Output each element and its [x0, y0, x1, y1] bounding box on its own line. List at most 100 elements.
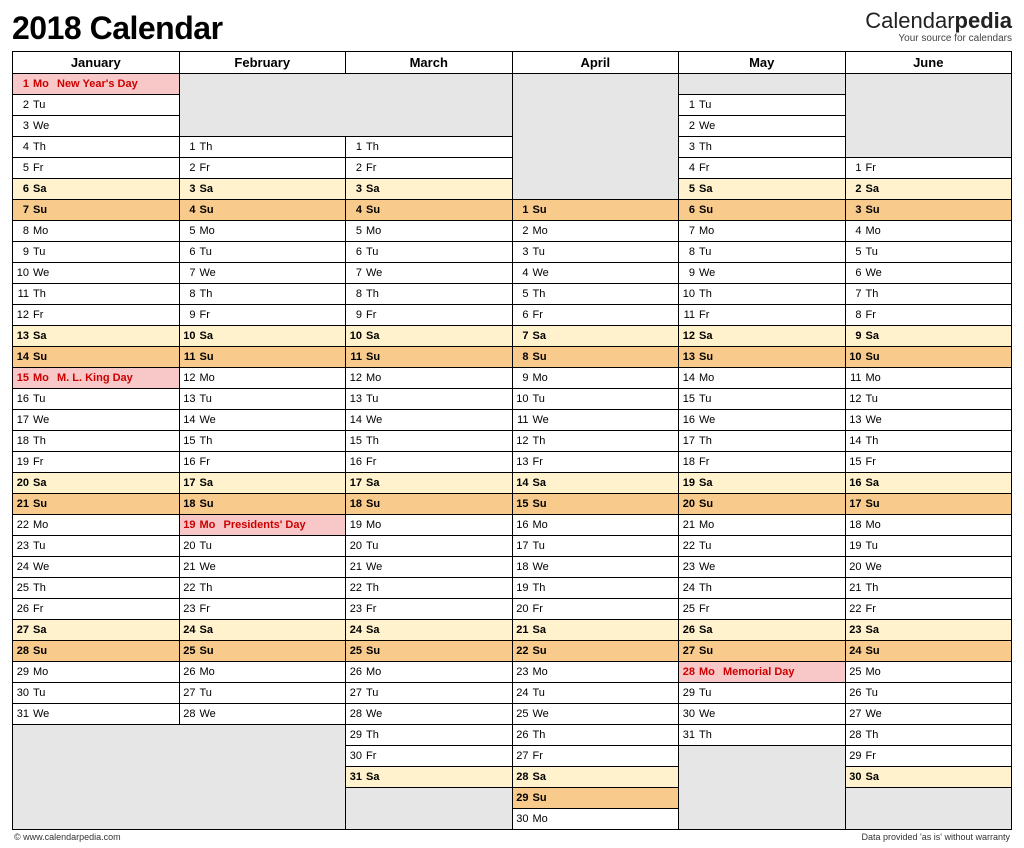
day-of-week: Su: [198, 204, 220, 216]
day-of-week: Fr: [364, 162, 386, 174]
day-of-week: Fr: [31, 162, 53, 174]
day-number: 14: [846, 435, 864, 447]
day-of-week: We: [531, 414, 553, 426]
calendar-cell: 10Th: [679, 284, 846, 305]
day-number: 27: [513, 750, 531, 762]
calendar-day: 9Fr: [346, 305, 512, 325]
calendar-day: 9Tu: [13, 242, 179, 262]
day-of-week: Fr: [364, 456, 386, 468]
day-of-week: Fr: [31, 456, 53, 468]
day-of-week: Sa: [364, 477, 386, 489]
day-of-week: We: [864, 708, 886, 720]
day-of-week: Fr: [864, 750, 886, 762]
calendar-cell: 7Mo: [679, 221, 846, 242]
calendar-cell: 18Th: [13, 431, 180, 452]
day-number: 19: [346, 519, 364, 531]
day-of-week: Su: [697, 498, 719, 510]
day-of-week: We: [31, 267, 53, 279]
footer: © www.calendarpedia.com Data provided 'a…: [12, 832, 1012, 842]
day-number: 5: [13, 162, 31, 174]
day-of-week: Su: [697, 645, 719, 657]
day-number: 17: [679, 435, 697, 447]
empty-cell: [346, 788, 513, 830]
day-of-week: We: [864, 414, 886, 426]
calendar-day: 15Th: [180, 431, 346, 451]
calendar-day: 12Mo: [180, 368, 346, 388]
day-number: 10: [679, 288, 697, 300]
calendar-cell: 15Tu: [679, 389, 846, 410]
day-of-week: Sa: [864, 183, 886, 195]
day-number: 28: [846, 729, 864, 741]
day-of-week: We: [531, 561, 553, 573]
day-number: 28: [679, 666, 697, 678]
calendar-cell: 9Fr: [179, 305, 346, 326]
day-number: 29: [846, 750, 864, 762]
day-number: 5: [679, 183, 697, 195]
calendar-cell: 14Sa: [512, 473, 679, 494]
calendar-day: 4Mo: [846, 221, 1012, 241]
day-of-week: Fr: [198, 162, 220, 174]
calendar-cell: 2Fr: [346, 158, 513, 179]
calendar-day: 9Fr: [180, 305, 346, 325]
calendar-day: 16Fr: [346, 452, 512, 472]
day-of-week: We: [364, 561, 386, 573]
holiday-label: Memorial Day: [719, 666, 845, 678]
calendar-cell: 13Sa: [13, 326, 180, 347]
calendar-cell: 17Sa: [346, 473, 513, 494]
day-of-week: Su: [864, 645, 886, 657]
month-header: March: [346, 52, 513, 74]
calendar-cell: 2We: [679, 116, 846, 137]
calendar-day: 22Mo: [13, 515, 179, 535]
calendar-cell: 18Su: [179, 494, 346, 515]
calendar-cell: 7We: [346, 263, 513, 284]
calendar-cell: 21We: [346, 557, 513, 578]
calendar-day: 25Su: [180, 641, 346, 661]
day-of-week: Th: [697, 141, 719, 153]
calendar-cell: 9Tu: [13, 242, 180, 263]
day-number: 1: [679, 99, 697, 111]
calendar-cell: 3Sa: [346, 179, 513, 200]
calendar-day: 14Th: [846, 431, 1012, 451]
day-of-week: Su: [364, 645, 386, 657]
calendar-cell: 8Mo: [13, 221, 180, 242]
calendar-day: 30Fr: [346, 746, 512, 766]
day-of-week: Tu: [31, 246, 53, 258]
day-number: 8: [679, 246, 697, 258]
calendar-cell: 3Th: [679, 137, 846, 158]
day-of-week: Tu: [531, 246, 553, 258]
calendar-cell: 7Th: [845, 284, 1012, 305]
day-number: 15: [513, 498, 531, 510]
day-of-week: Sa: [531, 624, 553, 636]
calendar-day: 26Th: [513, 725, 679, 745]
day-of-week: Fr: [364, 603, 386, 615]
calendar-day: 21Sa: [513, 620, 679, 640]
brand-word1: Calendar: [865, 8, 954, 33]
calendar-cell: 17Th: [679, 431, 846, 452]
day-of-week: Fr: [198, 456, 220, 468]
footer-disclaimer: Data provided 'as is' without warranty: [861, 832, 1010, 842]
calendar-cell: 10Sa: [179, 326, 346, 347]
calendar-cell: 19MoPresidents' Day: [179, 515, 346, 536]
day-number: 17: [513, 540, 531, 552]
calendar-cell: 27Tu: [179, 683, 346, 704]
calendar-cell: 13Su: [679, 347, 846, 368]
day-of-week: Su: [531, 792, 553, 804]
day-of-week: Tu: [31, 540, 53, 552]
day-number: 16: [513, 519, 531, 531]
day-number: 26: [13, 603, 31, 615]
calendar-cell: 31Th: [679, 725, 846, 746]
calendar-cell: 18Mo: [845, 515, 1012, 536]
calendar-day: 22Th: [346, 578, 512, 598]
day-of-week: Th: [531, 582, 553, 594]
calendar-day: 10Th: [679, 284, 845, 304]
calendar-day: 26Mo: [346, 662, 512, 682]
day-of-week: Fr: [697, 309, 719, 321]
day-number: 28: [346, 708, 364, 720]
day-number: 4: [180, 204, 198, 216]
day-of-week: Sa: [864, 771, 886, 783]
day-number: 21: [180, 561, 198, 573]
day-of-week: Th: [364, 288, 386, 300]
calendar-cell: 10Tu: [512, 389, 679, 410]
calendar-cell: 13Tu: [346, 389, 513, 410]
day-of-week: Th: [531, 435, 553, 447]
